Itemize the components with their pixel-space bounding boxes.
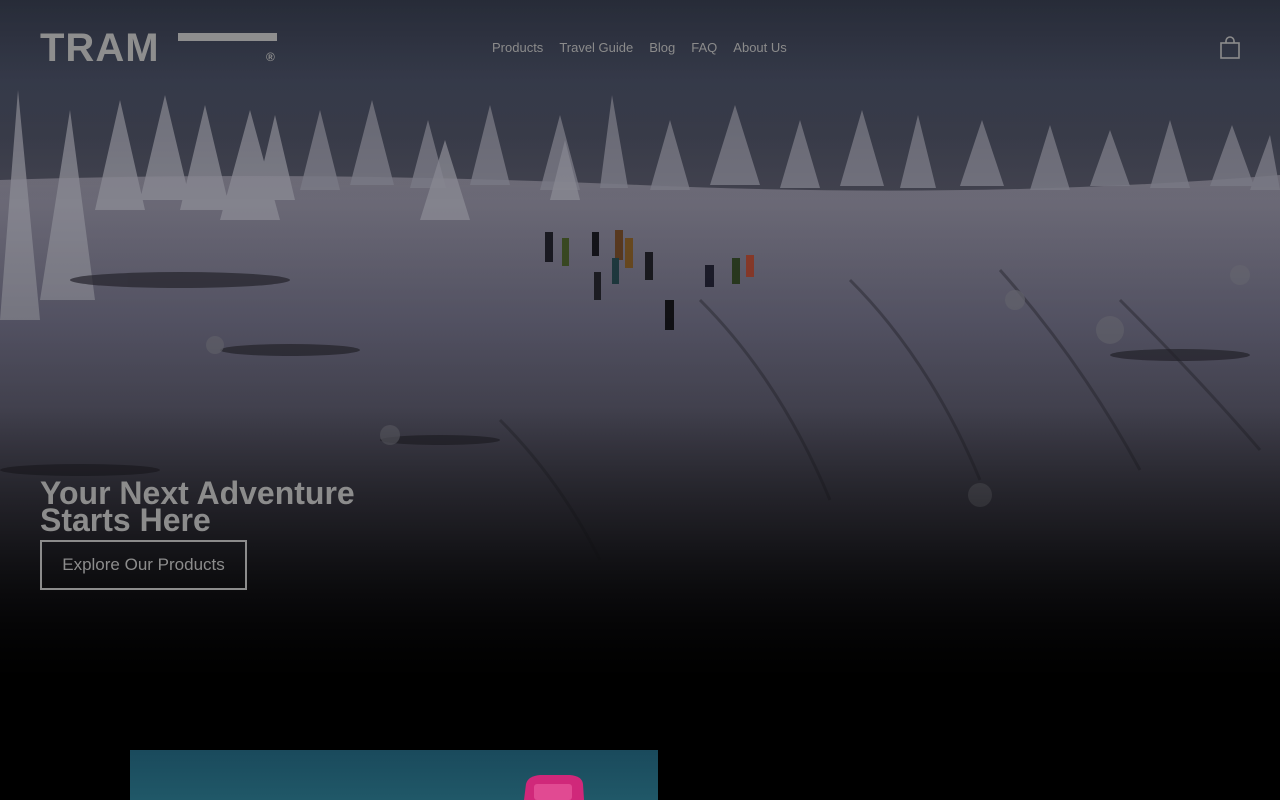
- featured-product-image[interactable]: [130, 750, 658, 800]
- registered-mark: ®: [266, 50, 275, 64]
- pink-bottle-image: [524, 775, 584, 800]
- nav-item-blog[interactable]: Blog: [649, 40, 675, 56]
- nav-item-faq[interactable]: FAQ: [691, 40, 717, 56]
- logo-bar: [178, 33, 277, 41]
- explore-products-button[interactable]: Explore Our Products: [40, 540, 247, 590]
- nav-item-about-us[interactable]: About Us: [733, 40, 786, 56]
- shopping-bag-icon[interactable]: [1218, 36, 1242, 60]
- nav-item-products[interactable]: Products: [492, 40, 543, 56]
- nav-item-travel-guide[interactable]: Travel Guide: [559, 40, 633, 56]
- brand-logo[interactable]: TRAM ®: [40, 26, 277, 70]
- site-header: TRAM ® Products Travel Guide Blog FAQ Ab…: [0, 0, 1280, 96]
- brand-name: TRAM: [40, 26, 160, 70]
- hero-headline: Your Next Adventure Starts Here: [40, 477, 460, 536]
- hero-headline-line2: Starts Here: [40, 502, 211, 538]
- main-nav: Products Travel Guide Blog FAQ About Us: [492, 40, 787, 56]
